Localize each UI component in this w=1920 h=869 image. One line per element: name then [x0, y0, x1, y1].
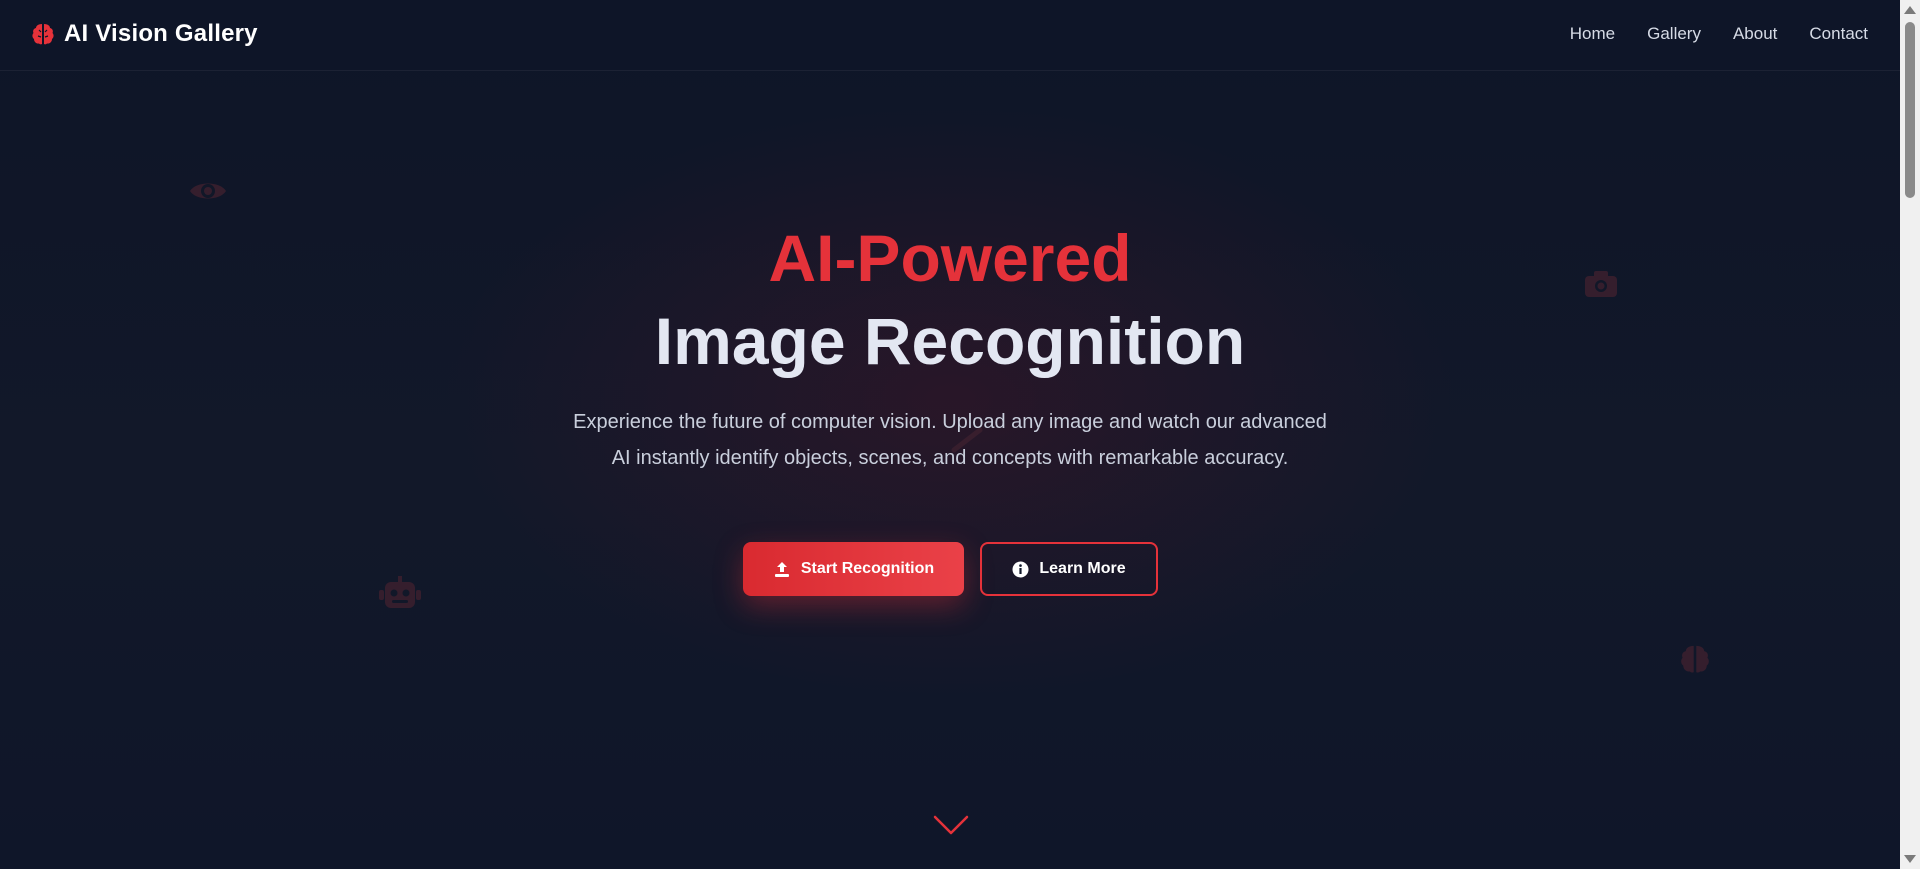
brand-title: AI Vision Gallery	[64, 20, 258, 47]
nav-link-home[interactable]: Home	[1570, 24, 1615, 44]
hero-section: AI-Powered Image Recognition Experience …	[0, 70, 1900, 869]
brain-icon	[1678, 642, 1712, 681]
scroll-up-arrow-icon[interactable]	[1904, 6, 1916, 14]
hero-title-accent: AI-Powered	[768, 221, 1132, 295]
nav-link-gallery[interactable]: Gallery	[1647, 24, 1701, 44]
learn-more-label: Learn More	[1039, 560, 1126, 577]
nav-link-about[interactable]: About	[1733, 24, 1777, 44]
start-recognition-button[interactable]: Start Recognition	[743, 542, 964, 596]
brain-icon	[30, 21, 56, 47]
upload-icon	[773, 560, 791, 578]
navbar: AI Vision Gallery Home Gallery About Con…	[0, 0, 1900, 71]
brand[interactable]: AI Vision Gallery	[30, 20, 258, 48]
nav-links: Home Gallery About Contact	[1570, 24, 1868, 44]
hero-title: Image Recognition	[654, 304, 1246, 378]
eye-icon	[188, 176, 228, 211]
robot-icon	[379, 576, 421, 615]
chevron-down-icon[interactable]	[933, 814, 969, 841]
hero-description: Experience the future of computer vision…	[573, 411, 1327, 469]
scrollbar-thumb[interactable]	[1905, 22, 1915, 198]
scroll-down-arrow-icon[interactable]	[1904, 855, 1916, 863]
info-circle-icon	[1012, 561, 1029, 578]
nav-link-contact[interactable]: Contact	[1809, 24, 1868, 44]
page: AI Vision Gallery Home Gallery About Con…	[0, 0, 1920, 869]
start-recognition-label: Start Recognition	[800, 560, 935, 577]
scrollbar[interactable]	[1900, 0, 1920, 869]
learn-more-button[interactable]: Learn More	[980, 542, 1158, 596]
